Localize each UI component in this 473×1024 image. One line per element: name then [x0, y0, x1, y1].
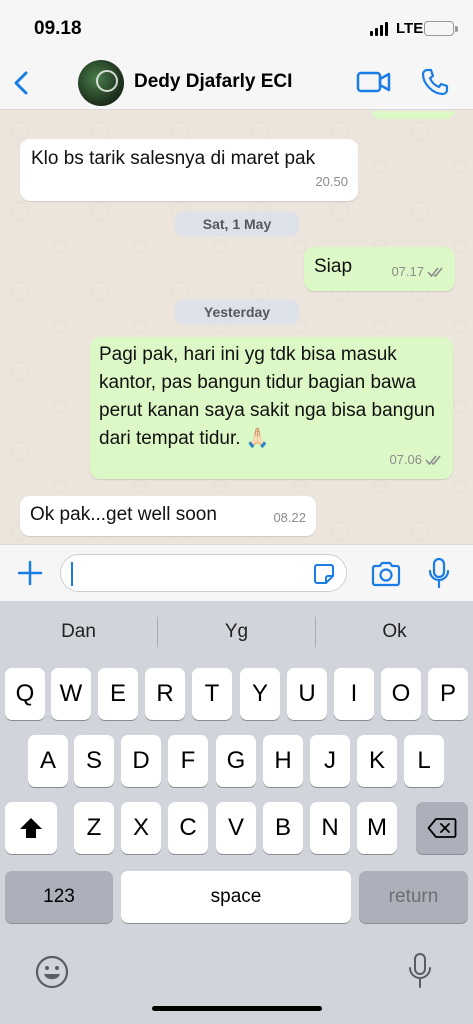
key-w[interactable]: W — [51, 668, 91, 720]
message-bubble-incoming[interactable]: Klo bs tarik salesnya di maret pak 20.50 — [20, 139, 358, 201]
suggestion-3[interactable]: Ok — [316, 601, 473, 663]
key-y[interactable]: Y — [240, 668, 280, 720]
space-key[interactable]: space — [121, 871, 351, 923]
microphone-icon[interactable] — [428, 557, 450, 589]
shift-icon[interactable] — [5, 802, 57, 854]
camera-icon[interactable] — [370, 560, 402, 588]
plus-icon[interactable] — [16, 559, 44, 587]
key-i[interactable]: I — [334, 668, 374, 720]
message-composer — [0, 544, 473, 601]
text-caret — [71, 562, 73, 586]
key-o[interactable]: O — [381, 668, 421, 720]
avatar[interactable] — [78, 60, 124, 106]
message-text: Siap — [314, 256, 353, 277]
date-separator: Yesterday — [175, 300, 299, 324]
key-v[interactable]: V — [216, 802, 256, 854]
message-input[interactable] — [60, 554, 347, 592]
suggestion-1[interactable]: Dan — [0, 601, 157, 663]
key-d[interactable]: D — [121, 735, 161, 787]
key-s[interactable]: S — [74, 735, 114, 787]
key-l[interactable]: L — [404, 735, 444, 787]
key-t[interactable]: T — [192, 668, 232, 720]
key-c[interactable]: C — [168, 802, 208, 854]
key-g[interactable]: G — [216, 735, 256, 787]
chat-area[interactable]: Klo bs tarik salesnya di maret pak 20.50… — [0, 111, 473, 544]
status-bar: 09.18 LTE — [0, 0, 473, 58]
key-u[interactable]: U — [287, 668, 327, 720]
chevron-left-icon[interactable] — [10, 68, 38, 98]
message-text: Ok pak...get well soon — [30, 504, 217, 525]
key-p[interactable]: P — [428, 668, 468, 720]
key-q[interactable]: Q — [5, 668, 45, 720]
date-separator: Sat, 1 May — [175, 212, 299, 236]
key-m[interactable]: M — [357, 802, 397, 854]
read-ticks-icon — [427, 267, 443, 278]
key-k[interactable]: K — [357, 735, 397, 787]
key-a[interactable]: A — [28, 735, 68, 787]
key-r[interactable]: R — [145, 668, 185, 720]
read-ticks-icon — [425, 455, 441, 466]
key-x[interactable]: X — [121, 802, 161, 854]
keyboard: Dan Yg Ok Q W E R T Y U I O P A S D F G … — [0, 601, 473, 1024]
suggestion-bar: Dan Yg Ok — [0, 601, 473, 663]
chat-header: Dedy Djafarly ECI — [0, 58, 473, 110]
video-camera-icon[interactable] — [356, 69, 392, 95]
key-j[interactable]: J — [310, 735, 350, 787]
message-text: Pagi pak, hari ini yg tdk bisa masuk kan… — [99, 344, 435, 449]
message-bubble-incoming[interactable]: Ok pak...get well soon 08.22 — [20, 496, 316, 536]
contact-name[interactable]: Dedy Djafarly ECI — [134, 71, 292, 93]
key-h[interactable]: H — [263, 735, 303, 787]
status-time: 09.18 — [34, 18, 82, 39]
phone-icon[interactable] — [420, 67, 450, 97]
battery-icon — [424, 21, 458, 36]
key-f[interactable]: F — [168, 735, 208, 787]
dictation-microphone-icon[interactable] — [408, 952, 432, 990]
network-type: LTE — [396, 20, 424, 37]
emoji-icon[interactable] — [35, 955, 69, 989]
key-n[interactable]: N — [310, 802, 350, 854]
message-time: 20.50 — [315, 174, 348, 189]
key-e[interactable]: E — [98, 668, 138, 720]
message-time: 08.22 — [273, 510, 306, 525]
home-indicator[interactable] — [152, 1006, 322, 1011]
message-time: 07.06 — [389, 446, 443, 474]
signal-icon — [370, 22, 388, 36]
delete-icon[interactable] — [416, 802, 468, 854]
suggestion-2[interactable]: Yg — [158, 601, 315, 663]
numbers-key[interactable]: 123 — [5, 871, 113, 923]
message-bubble-outgoing[interactable]: Pagi pak, hari ini yg tdk bisa masuk kan… — [90, 337, 453, 479]
sticker-icon[interactable] — [312, 562, 336, 586]
message-time: 07.17 — [391, 258, 445, 286]
key-z[interactable]: Z — [74, 802, 114, 854]
return-key[interactable]: return — [359, 871, 468, 923]
message-bubble-outgoing[interactable]: Siap 07.17 — [304, 247, 455, 291]
message-text: Klo bs tarik salesnya di maret pak — [31, 148, 316, 169]
message-bubble-outgoing-partial — [371, 111, 455, 119]
key-b[interactable]: B — [263, 802, 303, 854]
